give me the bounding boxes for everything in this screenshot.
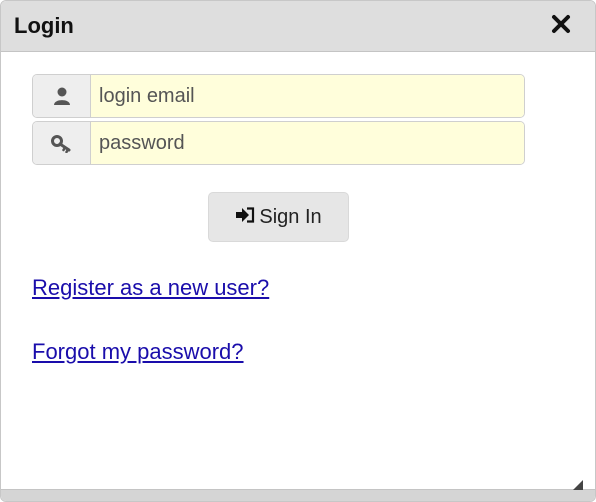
sign-in-button[interactable]: Sign In [208, 192, 349, 242]
email-field[interactable] [91, 75, 524, 117]
user-icon [33, 75, 91, 117]
close-icon[interactable] [548, 11, 574, 37]
key-icon [33, 122, 91, 164]
dialog-titlebar[interactable]: Login [1, 1, 595, 52]
forgot-password-link[interactable]: Forgot my password? [32, 339, 244, 365]
resize-grip-icon[interactable] [573, 477, 583, 490]
password-input-group [32, 121, 525, 165]
register-link[interactable]: Register as a new user? [32, 275, 269, 301]
login-dialog: Login login email Sign In Register as a … [0, 0, 596, 502]
sign-in-icon [235, 206, 255, 229]
dialog-footer-bar [1, 489, 595, 501]
password-field[interactable] [91, 122, 524, 164]
email-input-group [32, 74, 525, 118]
sign-in-label: Sign In [259, 205, 322, 228]
dialog-title: Login [14, 13, 74, 38]
